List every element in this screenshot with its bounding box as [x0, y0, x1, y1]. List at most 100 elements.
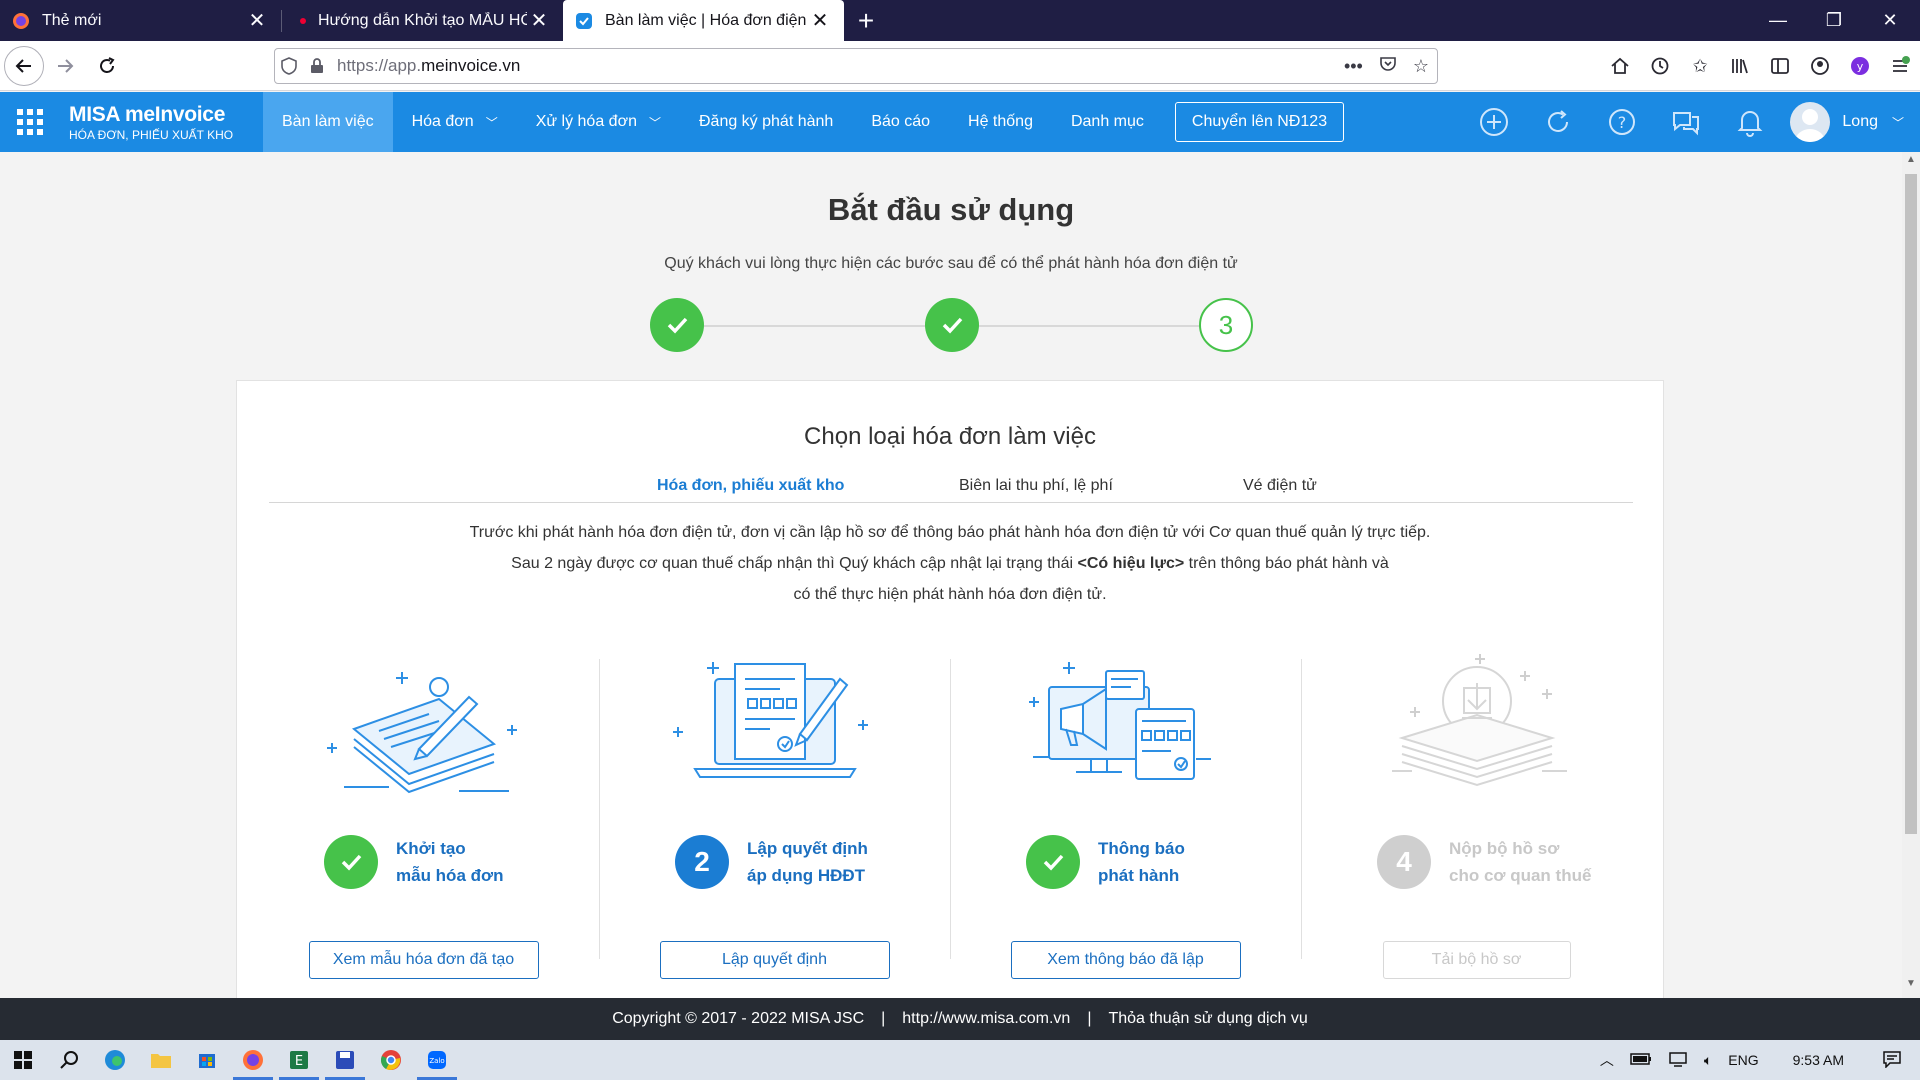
user-menu[interactable]: Long ﹀ [1782, 92, 1920, 152]
volume-icon[interactable]: 🔈︎ [1704, 1052, 1712, 1069]
tab-label: Bàn làm việc | Hóa đơn điện tử [605, 11, 808, 29]
library-icon[interactable] [1728, 54, 1752, 78]
svg-text:E: E [295, 1054, 303, 1069]
menu-icon[interactable] [1888, 54, 1912, 78]
file-explorer-icon[interactable] [138, 1040, 184, 1080]
minimize-icon[interactable]: — [1750, 0, 1806, 41]
misa-website-link[interactable]: http://www.misa.com.vn [902, 1010, 1070, 1028]
extension-icon[interactable]: y [1848, 54, 1872, 78]
browser-tab-new[interactable]: Thẻ mới ✕ [0, 0, 281, 41]
menu-bao-cao[interactable]: Báo cáo [852, 92, 949, 152]
view-templates-button[interactable]: Xem mẫu hóa đơn đã tạo [308, 941, 539, 979]
sidebar-icon[interactable] [1768, 54, 1792, 78]
chrome-icon[interactable] [368, 1040, 414, 1080]
browser-tab-guide[interactable]: Hướng dẫn Khởi tạo MẪU HÓA ĐƠN ✕ [282, 0, 563, 41]
refresh-icon[interactable] [1526, 92, 1590, 152]
upgrade-nd123-button[interactable]: Chuyển lên NĐ123 [1174, 102, 1345, 142]
firefox-icon [13, 12, 29, 29]
history-icon[interactable] [1648, 54, 1672, 78]
more-actions-icon[interactable]: ••• [1344, 56, 1363, 77]
back-arrow-icon[interactable] [4, 45, 44, 86]
laptop-decision-illustration [672, 662, 868, 778]
view-announcements-button[interactable]: Xem thông báo đã lập [1010, 941, 1241, 979]
language-indicator[interactable]: ENG [1728, 1052, 1758, 1068]
step-label: Nộp bộ hồ sơ cho cơ quan thuế [1449, 839, 1592, 885]
menu-dang-ky-phat-hanh[interactable]: Đăng ký phát hành [680, 92, 852, 152]
terms-link[interactable]: Thỏa thuận sử dụng dịch vụ [1108, 1010, 1307, 1028]
forward-arrow-icon[interactable] [44, 45, 86, 87]
url-prefix: https://app. [337, 56, 422, 75]
windows-start-icon[interactable] [0, 1040, 46, 1080]
progress-step-1-done [650, 298, 704, 352]
brand-logo[interactable]: MISA meInvoice HÓA ĐƠN, PHIẾU XUẤT KHO [69, 103, 263, 142]
svg-text:Zalo: Zalo [429, 1057, 444, 1065]
tab-hoa-don-phieu-xuat-kho[interactable]: Hóa đơn, phiếu xuất kho [657, 477, 844, 495]
account-icon[interactable] [1808, 54, 1832, 78]
help-icon[interactable]: ? [1590, 92, 1654, 152]
menu-xu-ly-hoa-don[interactable]: Xử lý hóa đơn ﹀ [517, 92, 680, 152]
page-scrollbar[interactable]: ▲ ▼ [1902, 152, 1920, 998]
menu-hoa-don[interactable]: Hóa đơn ﹀ [393, 92, 517, 152]
step-label[interactable]: Khởi tạo mẫu hóa đơn [396, 835, 503, 889]
step-number-badge: 4 [1377, 835, 1431, 889]
chevron-up-icon[interactable]: ︿ [1600, 1050, 1614, 1070]
url-text[interactable]: https://app.meinvoice.vn [337, 56, 520, 76]
restore-icon[interactable]: ❐ [1806, 0, 1862, 41]
menu-he-thong[interactable]: Hệ thống [949, 92, 1052, 152]
close-icon[interactable]: ✕ [808, 9, 832, 33]
notification-bell-icon[interactable] [1718, 92, 1782, 152]
add-icon[interactable] [1462, 92, 1526, 152]
chat-support-icon[interactable] [1654, 92, 1718, 152]
menu-ban-lam-viec[interactable]: Bàn làm việc [263, 92, 393, 152]
system-tray: ︿ 🔈︎ ENG 9:53 AM [1592, 1040, 1920, 1080]
close-icon[interactable]: ✕ [245, 9, 269, 33]
home-icon[interactable] [1608, 54, 1632, 78]
scroll-up-icon[interactable]: ▲ [1902, 154, 1920, 172]
step-label[interactable]: Lập quyết định áp dụng HĐĐT [747, 835, 868, 889]
shield-icon[interactable] [275, 57, 303, 75]
bookmark-star-icon[interactable]: ☆ [1413, 56, 1429, 77]
menu-danh-muc[interactable]: Danh mục [1052, 92, 1163, 152]
app-footer: Copyright © 2017 - 2022 MISA JSC | http:… [0, 998, 1920, 1040]
scroll-down-icon[interactable]: ▼ [1902, 978, 1920, 996]
app-grid-icon[interactable] [0, 92, 60, 152]
zalo-icon[interactable]: Zalo [414, 1040, 460, 1080]
url-bar[interactable]: https://app.meinvoice.vn ••• ☆ [274, 48, 1438, 84]
check-icon [1026, 835, 1080, 889]
step-status: 2 Lập quyết định áp dụng HĐĐT [675, 835, 868, 889]
tab-ve-dien-tu[interactable]: Vé điện tử [1243, 477, 1317, 495]
chevron-down-icon: ﹀ [485, 115, 498, 130]
lock-icon[interactable] [303, 58, 331, 74]
check-icon [324, 835, 378, 889]
clock[interactable]: 9:53 AM [1793, 1052, 1844, 1068]
download-dossier-button[interactable]: Tải bộ hồ sơ [1382, 941, 1571, 979]
invoice-type-tabs: Hóa đơn, phiếu xuất kho Biên lai thu phí… [269, 473, 1633, 503]
window-close-icon[interactable]: ✕ [1862, 0, 1918, 41]
chevron-down-icon: ﹀ [1891, 115, 1904, 130]
step-status: 4 Nộp bộ hồ sơ cho cơ quan thuế [1377, 835, 1591, 889]
notification-center-icon[interactable] [1882, 1050, 1902, 1071]
battery-icon[interactable] [1630, 1052, 1652, 1068]
reload-icon[interactable] [86, 45, 128, 87]
create-decision-button[interactable]: Lập quyết định [659, 941, 890, 979]
bookmarks-menu-icon[interactable]: ✩ [1688, 54, 1712, 78]
network-icon[interactable] [1668, 1051, 1688, 1070]
tab-label: Hướng dẫn Khởi tạo MẪU HÓA ĐƠN [318, 11, 527, 29]
browser-navbar: https://app.meinvoice.vn ••• ☆ ✩ y [0, 41, 1920, 91]
step-label[interactable]: Thông báo phát hành [1098, 835, 1185, 889]
new-tab-icon[interactable]: + [844, 0, 888, 41]
save-app-icon[interactable] [322, 1040, 368, 1080]
excel-icon[interactable]: E [276, 1040, 322, 1080]
page-title: Bắt đầu sử dụng [827, 192, 1075, 227]
edge-icon[interactable] [92, 1040, 138, 1080]
scrollbar-thumb[interactable] [1905, 174, 1917, 834]
store-icon[interactable] [184, 1040, 230, 1080]
search-icon[interactable] [46, 1040, 92, 1080]
copyright-text: Copyright © 2017 - 2022 MISA JSC [612, 1010, 865, 1027]
tab-bien-lai[interactable]: Biên lai thu phí, lệ phí [959, 477, 1113, 495]
pocket-icon[interactable] [1379, 55, 1397, 78]
browser-tab-active[interactable]: Bàn làm việc | Hóa đơn điện tử ✕ [563, 0, 844, 41]
close-icon[interactable]: ✕ [527, 9, 551, 33]
firefox-taskbar-icon[interactable] [230, 1040, 276, 1080]
menu-label: Bàn làm việc [282, 113, 374, 130]
